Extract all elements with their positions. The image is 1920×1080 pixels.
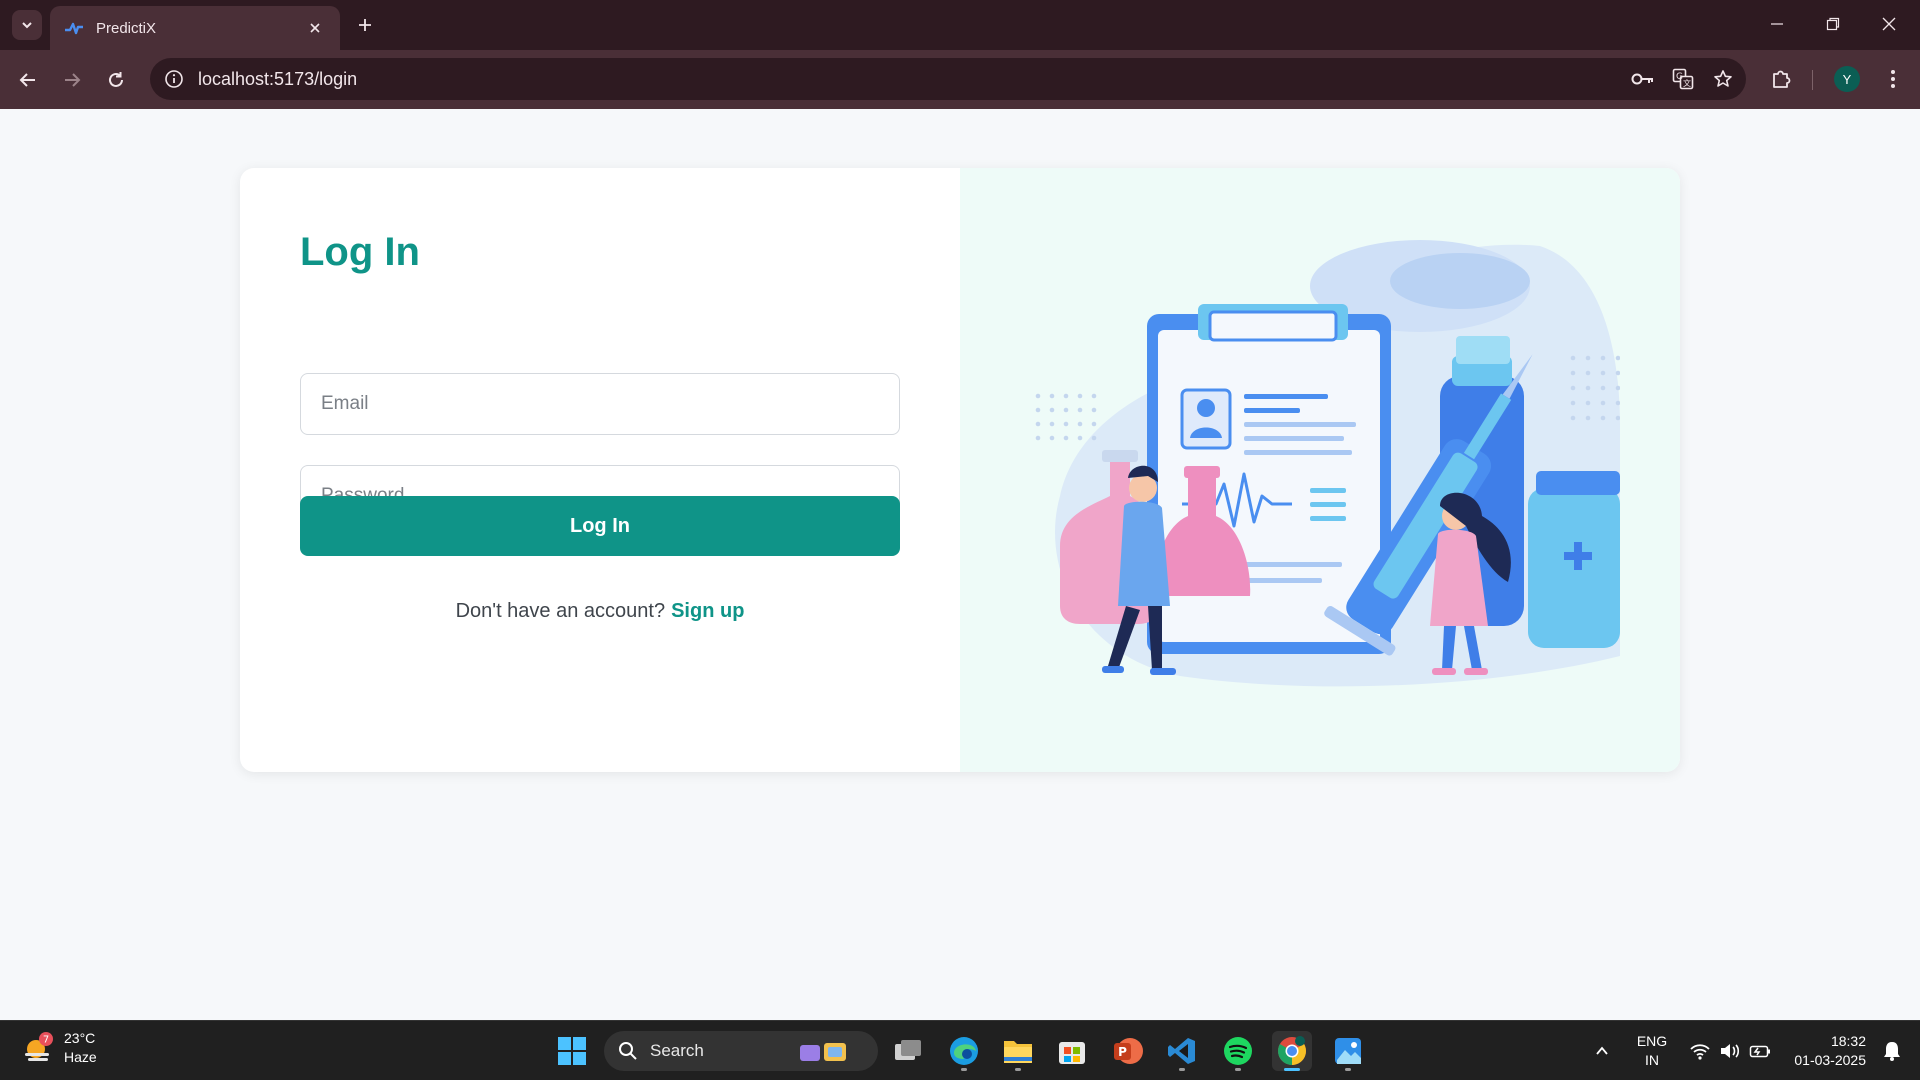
password-key-button[interactable] [1626,62,1660,96]
reload-icon [109,72,123,87]
wifi-icon [1690,1044,1710,1060]
store-icon [1059,1042,1085,1064]
windows-start-icon [558,1037,586,1065]
url-text[interactable]: localhost:5173/login [198,69,1626,90]
signup-prompt: Don't have an account? [455,600,666,622]
file-explorer-icon [1004,1041,1032,1063]
profile-button[interactable]: Y [1830,62,1864,96]
close-window-button[interactable] [1866,8,1912,40]
photos-button[interactable] [1328,1031,1368,1071]
restore-button[interactable] [1810,8,1856,40]
minimize-icon [1771,23,1783,25]
show-hidden-icons-button[interactable] [1582,1031,1622,1071]
svg-text:文: 文 [1683,78,1691,88]
battery-icon [1749,1045,1770,1058]
email-field[interactable] [300,373,900,435]
browser-tab[interactable]: PredictiX [50,6,340,50]
cloud-shape [1390,253,1530,309]
translate-button[interactable]: G文 [1666,62,1700,96]
forward-button[interactable] [56,64,88,96]
extensions-button[interactable] [1764,62,1798,96]
spotify-button[interactable] [1218,1031,1258,1071]
powerpoint-icon: P [1114,1038,1143,1064]
login-card: Log In Log In Don't have an account?Sign… [240,168,1680,772]
signup-row: Don't have an account? Sign up [300,600,900,623]
extensions-icon [1773,70,1791,88]
windows-taskbar: 7 23°C Haze Search P ENG IN 18:32 01-03-… [0,1020,1920,1080]
tab-title: PredictiX [96,19,157,37]
site-info-icon[interactable] [164,69,184,89]
minimize-button[interactable] [1754,8,1800,40]
clock-date: 01-03-2025 [1794,1052,1866,1068]
volume-icon [1721,1044,1740,1058]
medical-illustration [1035,240,1620,687]
svg-text:P: P [1118,1045,1127,1059]
close-icon [1882,17,1896,31]
predictix-favicon [65,22,83,35]
task-view-icon [895,1040,921,1060]
store-button[interactable] [1052,1031,1092,1071]
chevron-up-icon [1596,1046,1608,1055]
language-bottom: IN [1645,1052,1659,1068]
tab-search-icon [22,22,32,29]
quick-settings-button[interactable] [1678,1031,1782,1071]
profile-avatar: Y [1834,66,1860,92]
back-button[interactable] [12,64,44,96]
language-top: ENG [1636,1033,1668,1049]
star-icon [1714,70,1732,87]
powerpoint-button[interactable]: P [1108,1031,1148,1071]
reload-button[interactable] [100,64,132,96]
plus-icon [359,19,371,31]
task-view-button[interactable] [888,1031,928,1071]
chrome-icon [1278,1036,1306,1065]
search-label: Search [650,1041,704,1060]
vscode-button[interactable] [1162,1031,1202,1071]
tab-search-button[interactable] [12,10,42,40]
svg-text:G: G [1676,72,1683,82]
vscode-icon [1168,1038,1195,1064]
photos-icon [1335,1038,1361,1064]
translate-icon: G文 [1672,68,1694,90]
login-form: Log In Log In Don't have an account?Sign… [240,168,960,772]
clock-time: 18:32 [1830,1033,1866,1049]
illustration-panel [960,168,1680,772]
start-button[interactable] [552,1031,592,1071]
temperature: 23°C [64,1030,96,1046]
clock[interactable]: 18:32 01-03-2025 [1782,1032,1866,1070]
file-explorer-button[interactable] [998,1031,1038,1071]
language-indicator[interactable]: ENG IN [1632,1032,1672,1070]
close-tab-button[interactable] [304,17,326,39]
weather-badge: 7 [43,1035,49,1046]
notification-center-button[interactable] [1872,1031,1912,1071]
bookmark-button[interactable] [1706,62,1740,96]
restore-icon [1826,17,1840,31]
login-button[interactable]: Log In [300,496,900,556]
browser-menu-button[interactable] [1876,62,1910,96]
page-viewport: Log In Log In Don't have an account?Sign… [0,109,1920,1020]
weather-condition: Haze [64,1049,97,1065]
signup-link[interactable]: Sign up [671,600,744,622]
close-icon [310,23,320,33]
back-icon [19,73,35,87]
page-title: Log In [300,230,420,274]
spotify-icon [1224,1037,1252,1065]
browser-tab-bar: PredictiX [0,0,1920,50]
search-icon [619,1042,637,1060]
forward-icon [65,73,81,87]
chrome-taskbar-button[interactable] [1272,1031,1312,1071]
browser-toolbar: localhost:5173/login G文 Y [0,50,1920,109]
taskbar-search[interactable]: Search [604,1031,878,1071]
menu-icon [1891,70,1895,88]
key-icon [1631,73,1653,85]
edge-icon [950,1037,978,1065]
weather-icon: 7 [25,1032,53,1061]
search-highlight-icon [799,1043,846,1061]
toolbar-divider [1812,70,1813,90]
edge-taskbar-button[interactable] [944,1031,984,1071]
new-tab-button[interactable] [352,12,378,38]
address-bar[interactable]: localhost:5173/login G文 [150,58,1746,100]
weather-widget[interactable]: 7 23°C Haze [22,1029,97,1067]
notification-icon [1884,1042,1900,1061]
